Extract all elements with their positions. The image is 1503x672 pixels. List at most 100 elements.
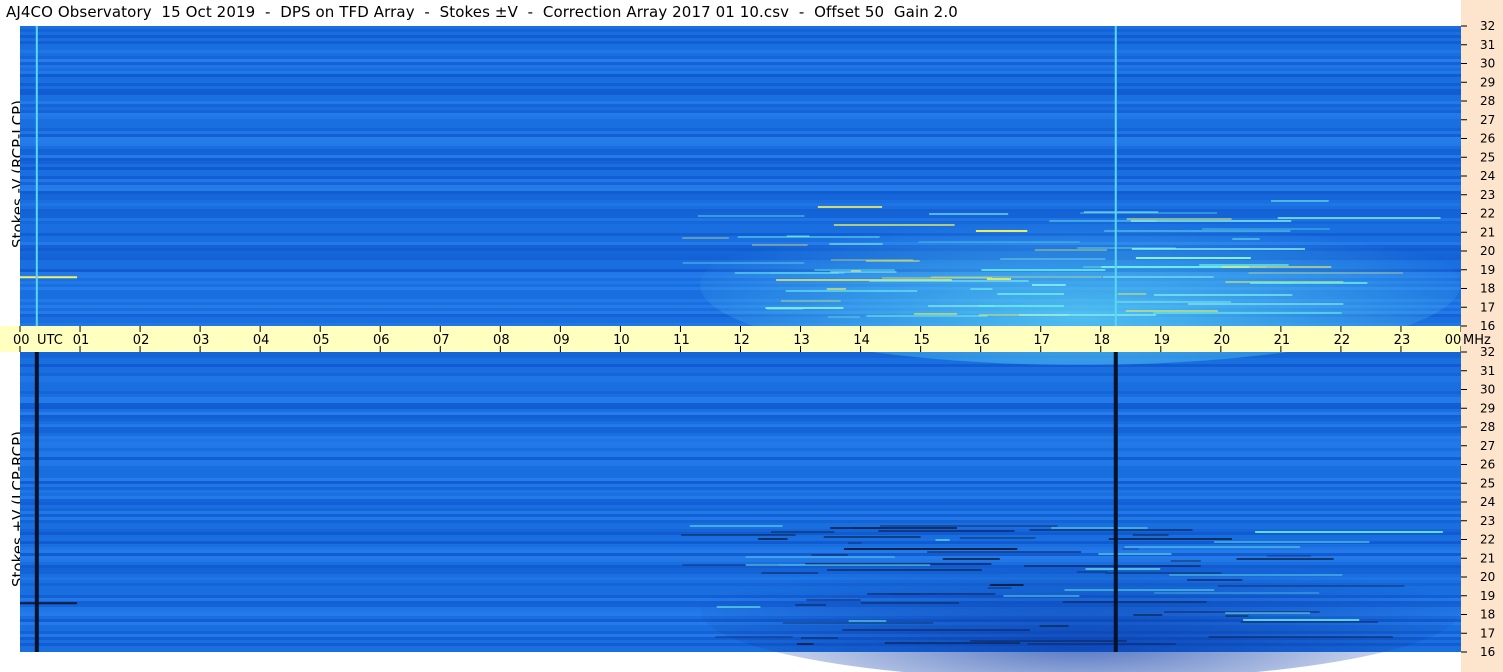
freq-tick-label: 18: [1480, 282, 1495, 296]
texture-band: [20, 373, 1461, 376]
texture-band: [20, 107, 1461, 110]
texture-band: [20, 484, 1461, 487]
texture-band: [20, 469, 1461, 472]
texture-band: [20, 487, 1461, 490]
freq-tick-label: 24: [1480, 495, 1495, 509]
time-tick-label: 17: [1033, 333, 1050, 348]
texture-band: [20, 388, 1461, 391]
freq-tick-label: 30: [1480, 383, 1495, 397]
freq-tick-label: 28: [1480, 94, 1495, 108]
texture-band: [20, 511, 1461, 514]
freq-tick-label: 27: [1480, 113, 1495, 127]
texture-band: [20, 158, 1461, 161]
texture-band: [20, 433, 1461, 436]
texture-band: [20, 89, 1461, 92]
texture-band: [20, 137, 1461, 140]
texture-band: [20, 379, 1461, 382]
texture-band: [20, 385, 1461, 388]
texture-band: [20, 179, 1461, 182]
texture-band: [20, 529, 1461, 532]
texture-band: [20, 125, 1461, 128]
texture-band: [20, 451, 1461, 454]
texture-band: [20, 122, 1461, 125]
freq-tick-label: 24: [1480, 169, 1495, 183]
freq-tick-label: 28: [1480, 420, 1495, 434]
time-tick-label: 08: [493, 333, 510, 348]
time-tick-label: 18: [1093, 333, 1110, 348]
freq-tick-label: 16: [1480, 319, 1495, 333]
time-tick-label: 10: [613, 333, 630, 348]
texture-band: [20, 394, 1461, 397]
freq-tick-label: 21: [1480, 225, 1495, 239]
texture-band: [20, 415, 1461, 418]
texture-band: [20, 140, 1461, 143]
freq-tick-label: 31: [1480, 364, 1495, 378]
texture-band: [20, 478, 1461, 481]
texture-band: [20, 520, 1461, 523]
texture-band: [20, 32, 1461, 35]
freq-tick-label: 21: [1480, 551, 1495, 565]
time-tick-label: 11: [673, 333, 690, 348]
time-tick-label: 22: [1334, 333, 1351, 348]
texture-band: [20, 86, 1461, 89]
texture-band: [20, 463, 1461, 466]
texture-band: [20, 71, 1461, 74]
utc-unit-label: UTC: [37, 333, 63, 348]
texture-band: [20, 508, 1461, 511]
texture-band: [20, 146, 1461, 149]
texture-band: [20, 68, 1461, 71]
time-tick-label: 20: [1214, 333, 1231, 348]
time-tick-label: 00: [1445, 333, 1462, 348]
texture-band: [20, 424, 1461, 427]
texture-band: [20, 442, 1461, 445]
time-tick-label: 13: [793, 333, 810, 348]
texture-band: [20, 47, 1461, 50]
mhz-unit-label: MHz: [1463, 333, 1491, 348]
texture-band: [20, 517, 1461, 520]
texture-band: [20, 505, 1461, 508]
freq-tick-label: 26: [1480, 132, 1495, 146]
texture-band: [20, 514, 1461, 517]
texture-band: [20, 364, 1461, 367]
texture-band: [20, 493, 1461, 496]
time-tick-label: 00: [13, 333, 30, 348]
freq-tick-label: 25: [1480, 150, 1495, 164]
time-tick-label: 14: [853, 333, 870, 348]
time-tick-label: 01: [73, 333, 90, 348]
texture-band: [20, 191, 1461, 194]
texture-band: [20, 370, 1461, 373]
texture-band: [20, 421, 1461, 424]
freq-tick-label: 23: [1480, 514, 1495, 528]
texture-band: [20, 361, 1461, 364]
texture-band: [20, 185, 1461, 188]
texture-band: [20, 418, 1461, 421]
time-tick-label: 16: [973, 333, 990, 348]
texture-band: [20, 176, 1461, 179]
texture-band: [20, 466, 1461, 469]
texture-band: [20, 197, 1461, 200]
texture-band: [20, 62, 1461, 65]
texture-band: [20, 460, 1461, 463]
time-tick-label: 05: [313, 333, 330, 348]
texture-band: [20, 167, 1461, 170]
texture-band: [20, 38, 1461, 41]
texture-band: [20, 406, 1461, 409]
texture-band: [20, 95, 1461, 98]
texture-band: [20, 50, 1461, 53]
texture-band: [20, 143, 1461, 146]
texture-band: [20, 499, 1461, 502]
texture-band: [20, 26, 1461, 29]
freq-tick-label: 32: [1480, 19, 1495, 33]
texture-band: [20, 59, 1461, 62]
texture-band: [20, 445, 1461, 448]
texture-band: [20, 149, 1461, 152]
time-tick-label: 15: [913, 333, 930, 348]
texture-band: [20, 188, 1461, 191]
texture-band: [20, 206, 1461, 209]
freq-tick-label: 31: [1480, 38, 1495, 52]
time-tick-label: 12: [733, 333, 750, 348]
spectrogram-chart: 00 01 02 03 04 05 06 07 08 09 10 11 12 13 14 15 16 17 18 19…: [0, 0, 1503, 672]
texture-band: [20, 29, 1461, 32]
freq-tick-label: 22: [1480, 533, 1495, 547]
texture-band: [20, 182, 1461, 185]
